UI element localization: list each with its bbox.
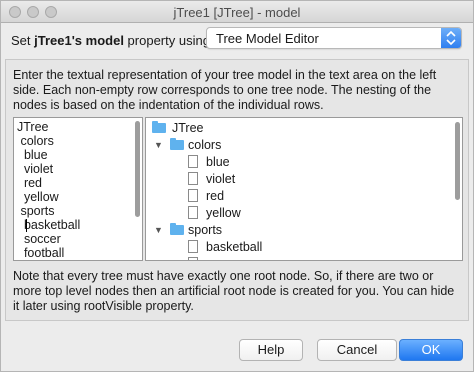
file-icon xyxy=(188,257,198,260)
root-node-note: Note that every tree must have exactly o… xyxy=(13,269,455,313)
tree-scrollbar[interactable] xyxy=(455,122,460,200)
window-title: jTree1 [JTree] - model xyxy=(173,5,301,20)
text-line: football xyxy=(17,246,65,260)
text-line: red xyxy=(17,176,43,190)
dialog-window: jTree1 [JTree] - model Set jTree1's mode… xyxy=(0,0,474,372)
text-line: soccer xyxy=(17,232,61,246)
folder-icon xyxy=(170,223,184,235)
title-bar: jTree1 [JTree] - model xyxy=(1,1,473,23)
file-icon xyxy=(188,172,198,185)
expanded-toggle-icon[interactable]: ▼ xyxy=(154,222,163,239)
select-arrows-icon[interactable] xyxy=(441,28,461,48)
text-line: hockey xyxy=(17,260,64,261)
text-line: yellow xyxy=(17,190,59,204)
tree-text-area[interactable]: JTree colors blue violet red yellow spor… xyxy=(13,117,143,261)
label-component: jTree1's xyxy=(34,33,83,48)
ok-button[interactable]: OK xyxy=(399,339,463,361)
folder-icon xyxy=(152,121,166,133)
help-button[interactable]: Help xyxy=(239,339,303,361)
property-editor-label: Set jTree1's model property using: xyxy=(11,31,214,51)
editor-select-value: Tree Model Editor xyxy=(216,31,319,46)
text-area-scrollbar[interactable] xyxy=(135,121,140,217)
editor-select[interactable]: Tree Model Editor xyxy=(206,27,462,49)
label-prefix: Set xyxy=(11,33,35,48)
cancel-button[interactable]: Cancel xyxy=(317,339,397,361)
file-icon xyxy=(188,155,198,168)
file-icon xyxy=(188,189,198,202)
text-line: colors xyxy=(17,134,54,148)
folder-icon xyxy=(170,138,184,150)
tree-preview[interactable]: JTree ▼ colors blue violet red yellow ▼ … xyxy=(145,117,463,261)
text-line: violet xyxy=(17,162,54,176)
label-suffix: property using: xyxy=(123,33,214,48)
text-line: JTree xyxy=(17,120,49,134)
file-icon xyxy=(188,240,198,253)
label-property: model xyxy=(82,33,124,48)
text-line: sports xyxy=(17,204,55,218)
text-line: blue xyxy=(17,148,48,162)
expanded-toggle-icon[interactable]: ▼ xyxy=(154,137,163,154)
text-caret xyxy=(26,219,27,232)
instructions-text: Enter the textual representation of your… xyxy=(13,68,437,112)
file-icon xyxy=(188,206,198,219)
